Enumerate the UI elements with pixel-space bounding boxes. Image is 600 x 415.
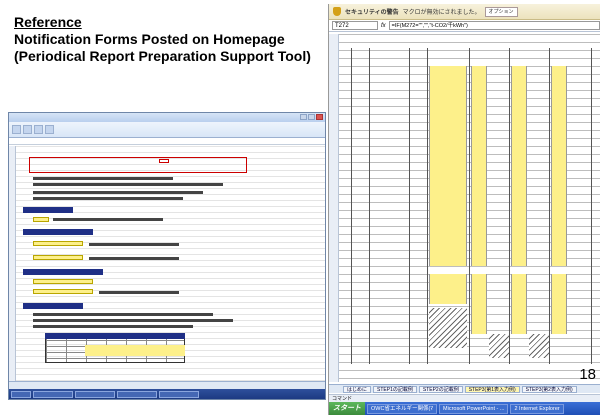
excel-window-report-form: セキュリティの警告 マクロが無効にされました。 オプション T272 fx =I… [328, 4, 600, 415]
section-header [23, 303, 83, 309]
table-border [369, 48, 370, 364]
sheet-tab[interactable]: STEP2の記載例 [418, 385, 463, 393]
instruction-box [29, 157, 247, 173]
table-border [591, 48, 592, 364]
input-cell[interactable] [33, 279, 93, 284]
row-headers [9, 146, 16, 382]
disabled-cells [529, 334, 549, 358]
taskbar-item-ie[interactable]: 2 Internet Explorer [510, 403, 564, 414]
input-cell[interactable] [33, 289, 93, 294]
input-column[interactable] [511, 274, 527, 334]
security-warning-message: マクロが無効にされました。 [402, 10, 481, 16]
text-line [33, 325, 193, 328]
input-cell-sample [159, 159, 169, 163]
input-column[interactable] [429, 66, 467, 266]
input-column[interactable] [511, 66, 527, 266]
title-line-2: (Periodical Report Preparation Support T… [14, 48, 311, 64]
sheet-tab[interactable]: はじめに [343, 385, 372, 393]
page-number: 18 [579, 366, 596, 383]
status-bar: コマンド [329, 394, 600, 402]
section-header [23, 269, 103, 275]
formula-input[interactable]: =IF(M272="","","t-CO2/千kWh") [388, 21, 600, 30]
excel-window-instructions [8, 112, 326, 400]
input-cell[interactable] [33, 241, 83, 246]
disabled-cells [489, 334, 509, 358]
shield-icon [333, 7, 341, 16]
start-button[interactable]: スタート [329, 402, 365, 415]
formula-bar[interactable] [9, 138, 325, 145]
start-button[interactable] [11, 390, 31, 398]
formula-bar: T272 fx =IF(M272="","","t-CO2/千kWh") [329, 20, 600, 32]
title-line-1: Notification Forms Posted on Homepage [14, 31, 285, 47]
table-border [549, 48, 550, 364]
table-border [409, 48, 410, 364]
save-icon[interactable] [23, 125, 32, 134]
input-column[interactable] [551, 66, 567, 266]
redo-icon[interactable] [45, 125, 54, 134]
text-line [53, 218, 163, 221]
text-line [89, 243, 179, 246]
taskbar-item[interactable] [75, 390, 115, 398]
minimize-icon[interactable] [300, 114, 307, 120]
maximize-icon[interactable] [308, 114, 315, 120]
security-warning-bar: セキュリティの警告 マクロが無効にされました。 オプション [329, 4, 600, 20]
input-cell[interactable] [33, 255, 83, 260]
text-line [89, 257, 179, 260]
slide-title: Reference Notification Forms Posted on H… [14, 14, 334, 65]
window-controls [300, 114, 323, 120]
sheet-tab-active[interactable]: STEP3(第1表入力例) [464, 385, 520, 393]
text-line [33, 197, 183, 200]
windows-taskbar: スタート OWC省エネルギー関係(ﾏ Microsoft PowerPoint … [329, 402, 600, 415]
undo-icon[interactable] [34, 125, 43, 134]
taskbar-item[interactable] [33, 390, 73, 398]
taskbar-item[interactable] [117, 390, 157, 398]
energy-table-header [45, 333, 185, 339]
input-column[interactable] [551, 274, 567, 334]
name-box[interactable]: T272 [332, 21, 378, 30]
section-header [23, 229, 93, 235]
fx-icon[interactable]: fx [381, 23, 386, 29]
sheet-tabs[interactable] [9, 381, 325, 389]
text-line [33, 191, 203, 194]
reference-heading: Reference [14, 14, 82, 30]
disabled-cells [429, 308, 467, 348]
table-border [509, 48, 510, 364]
row-headers [329, 34, 339, 382]
taskbar-item-excel[interactable]: OWC省エネルギー関係(ﾏ [367, 403, 438, 414]
window-titlebar [9, 113, 325, 122]
input-column[interactable] [471, 66, 487, 266]
office-button-icon[interactable] [12, 125, 21, 134]
text-line [33, 313, 213, 316]
windows-taskbar [9, 389, 325, 399]
security-warning-title: セキュリティの警告 [345, 10, 399, 16]
text-line [99, 291, 179, 294]
taskbar-item[interactable] [159, 390, 199, 398]
taskbar-item-powerpoint[interactable]: Microsoft PowerPoint - ... [439, 403, 509, 414]
sheet-tab[interactable]: STEP3(第2表入力例) [521, 385, 577, 393]
text-line [33, 319, 233, 322]
section-header [23, 207, 73, 213]
table-border [469, 48, 470, 364]
ribbon-toolbar [9, 122, 325, 138]
sheet-tab[interactable]: STEP1の記載例 [373, 385, 417, 393]
energy-table-input[interactable] [85, 345, 185, 356]
text-line [33, 177, 173, 180]
input-column[interactable] [471, 274, 487, 334]
sheet-tabs: はじめに STEP1の記載例 STEP2の記載例 STEP3(第1表入力例) S… [329, 384, 600, 393]
input-cell[interactable] [33, 217, 49, 222]
text-line [33, 183, 223, 186]
input-column[interactable] [429, 274, 467, 304]
table-border [351, 48, 352, 364]
options-button[interactable]: オプション [484, 6, 518, 17]
close-icon[interactable] [316, 114, 323, 120]
table-border [427, 48, 428, 364]
